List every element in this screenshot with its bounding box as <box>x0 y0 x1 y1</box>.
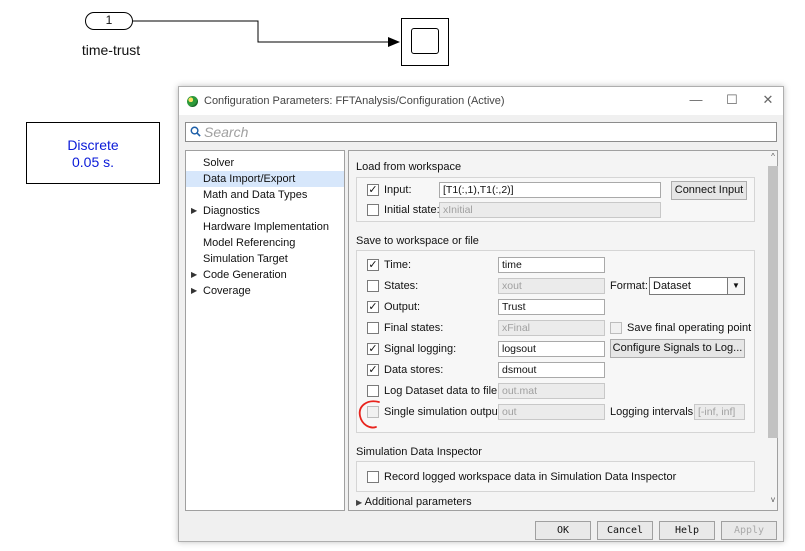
save-final-op-label: Save final operating point <box>627 322 752 334</box>
tree-item-hardware-implementation[interactable]: Hardware Implementation <box>186 219 344 235</box>
scope-block[interactable] <box>401 18 449 66</box>
connect-input-button[interactable]: Connect Input <box>671 181 747 200</box>
cancel-button[interactable]: Cancel <box>597 521 653 540</box>
tree-item-coverage[interactable]: ▶ Coverage <box>186 283 344 299</box>
tree-item-solver[interactable]: Solver <box>186 155 344 171</box>
initial-state-field[interactable]: xInitial <box>439 202 661 218</box>
single-sim-output-field[interactable]: out <box>498 404 605 420</box>
log-dataset-field[interactable]: out.mat <box>498 383 605 399</box>
logging-intervals-field[interactable]: [-inf, inf] <box>694 404 745 420</box>
format-select[interactable]: Dataset ▼ <box>649 277 745 295</box>
final-states-checkbox[interactable] <box>367 322 379 334</box>
signal-logging-label: Signal logging: <box>384 343 457 355</box>
data-stores-checkbox[interactable]: ✓ <box>367 364 379 376</box>
scroll-thumb[interactable] <box>768 166 778 438</box>
apply-button[interactable]: Apply <box>721 521 777 540</box>
record-sdi-label: Record logged workspace data in Simulati… <box>384 471 677 483</box>
save-section-title: Save to workspace or file <box>356 235 479 247</box>
single-sim-output-label: Single simulation output: <box>384 406 504 418</box>
output-label: Output: <box>384 301 421 313</box>
tree-item-model-referencing[interactable]: Model Referencing <box>186 235 344 251</box>
maximize-button[interactable]: ☐ <box>718 90 746 110</box>
expand-arrow-icon: ▶ <box>356 498 363 507</box>
data-stores-label: Data stores: <box>384 364 444 376</box>
tree-item-data-import-export[interactable]: Data Import/Export <box>186 171 344 187</box>
chevron-down-icon: ▼ <box>727 278 744 294</box>
final-states-field[interactable]: xFinal <box>498 320 605 336</box>
time-checkbox[interactable]: ✓ <box>367 259 379 271</box>
output-checkbox[interactable]: ✓ <box>367 301 379 313</box>
states-label: States: <box>384 280 419 292</box>
save-group: ✓ Time: time States: xout Format: Datase… <box>356 250 755 433</box>
matlab-app-icon <box>187 96 198 107</box>
additional-parameters-label: Additional parameters <box>364 496 472 508</box>
time-label: Time: <box>384 259 412 271</box>
close-button[interactable]: ✕ <box>754 90 782 110</box>
discrete-line2: 0.05 s. <box>71 154 115 170</box>
record-sdi-checkbox[interactable] <box>367 471 379 483</box>
config-dialog: Configuration Parameters: FFTAnalysis/Co… <box>178 86 784 542</box>
search-placeholder: Search <box>204 124 249 140</box>
signal-logging-checkbox[interactable]: ✓ <box>367 343 379 355</box>
help-button[interactable]: Help <box>659 521 715 540</box>
scroll-down-icon[interactable]: v <box>768 495 778 507</box>
tree-item-simulation-target[interactable]: Simulation Target <box>186 251 344 267</box>
initial-state-checkbox[interactable] <box>367 204 379 216</box>
category-tree: Solver Data Import/Export Math and Data … <box>185 150 345 511</box>
data-stores-field[interactable]: dsmout <box>498 362 605 378</box>
logging-intervals-label: Logging intervals: <box>610 406 697 418</box>
load-section-title: Load from workspace <box>356 161 462 173</box>
log-dataset-checkbox[interactable] <box>367 385 379 397</box>
scroll-up-icon[interactable]: ^ <box>768 152 778 164</box>
signal-logging-field[interactable]: logsout <box>498 341 605 357</box>
expand-arrow-icon[interactable]: ▶ <box>191 283 197 299</box>
vertical-scrollbar[interactable]: ^ v <box>768 150 778 511</box>
time-field[interactable]: time <box>498 257 605 273</box>
minimize-button[interactable]: — <box>682 90 710 110</box>
tree-item-math-data-types[interactable]: Math and Data Types <box>186 187 344 203</box>
red-circle-annotation <box>358 400 380 429</box>
settings-panel: Load from workspace ✓ Input: [T1(:,1),T1… <box>348 150 778 511</box>
output-field[interactable]: Trust <box>498 299 605 315</box>
discrete-powergui-block[interactable]: Discrete 0.05 s. <box>26 122 160 184</box>
sdi-section-title: Simulation Data Inspector <box>356 446 482 458</box>
sdi-group: Record logged workspace data in Simulati… <box>356 461 755 492</box>
discrete-line1: Discrete <box>67 137 119 153</box>
ok-button[interactable]: OK <box>535 521 591 540</box>
additional-parameters-toggle[interactable]: ▶ Additional parameters <box>356 496 472 508</box>
expand-arrow-icon[interactable]: ▶ <box>191 267 197 283</box>
format-label: Format: <box>610 280 648 292</box>
log-dataset-label: Log Dataset data to file: <box>384 385 501 397</box>
states-field[interactable]: xout <box>498 278 605 294</box>
configure-signals-button[interactable]: Configure Signals to Log... <box>610 339 745 358</box>
final-states-label: Final states: <box>384 322 444 334</box>
format-value: Dataset <box>653 280 691 292</box>
initial-state-label: Initial state: <box>384 204 440 216</box>
load-group: ✓ Input: [T1(:,1),T1(:,2)] Connect Input… <box>356 177 755 222</box>
tree-item-diagnostics[interactable]: ▶ Diagnostics <box>186 203 344 219</box>
states-checkbox[interactable] <box>367 280 379 292</box>
scope-screen-icon <box>411 28 439 54</box>
input-checkbox[interactable]: ✓ <box>367 184 379 196</box>
search-icon <box>190 126 201 137</box>
search-input[interactable]: Search <box>185 122 777 142</box>
expand-arrow-icon[interactable]: ▶ <box>191 203 197 219</box>
title-bar[interactable]: Configuration Parameters: FFTAnalysis/Co… <box>179 87 783 115</box>
input-label: Input: <box>384 184 412 196</box>
save-final-op-checkbox[interactable] <box>610 322 622 334</box>
input-field[interactable]: [T1(:,1),T1(:,2)] <box>439 182 661 198</box>
window-title: Configuration Parameters: FFTAnalysis/Co… <box>204 95 505 107</box>
tree-item-code-generation[interactable]: ▶ Code Generation <box>186 267 344 283</box>
